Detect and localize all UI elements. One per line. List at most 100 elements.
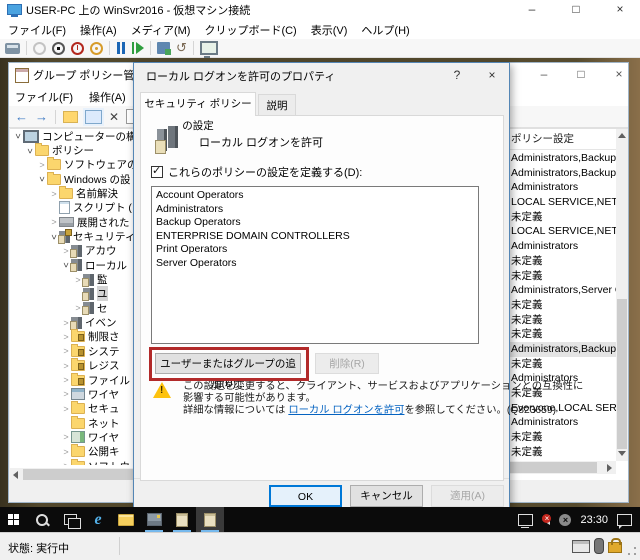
chevron-right-icon[interactable]: > xyxy=(61,375,71,385)
dialog-close-icon[interactable]: × xyxy=(477,66,507,86)
action-center-icon[interactable] xyxy=(617,514,632,526)
tree-item[interactable]: >ポリシー xyxy=(10,143,140,157)
tree-item[interactable]: >セキュリティ xyxy=(10,229,140,243)
policy-setting-row[interactable]: 未定義 xyxy=(507,357,617,372)
status-x-icon[interactable]: × xyxy=(559,514,571,526)
list-vertical-scrollbar[interactable] xyxy=(616,129,628,461)
menu-item[interactable]: ファイル(F) xyxy=(8,22,66,38)
revert-icon[interactable]: ↺ xyxy=(176,42,187,54)
vm-maximize-button[interactable]: □ xyxy=(560,0,592,20)
policy-setting-row[interactable]: LOCAL SERVICE,NETWO xyxy=(507,195,617,210)
scrollbar-thumb[interactable] xyxy=(509,462,597,473)
chevron-right-icon[interactable]: > xyxy=(61,389,71,399)
taskbar-search-button[interactable] xyxy=(28,507,56,532)
policy-setting-row[interactable]: Administrators xyxy=(507,180,617,195)
tree-item[interactable]: >アカウ xyxy=(10,244,140,258)
menu-item[interactable]: 操作(A) xyxy=(89,89,126,105)
scroll-left-icon[interactable] xyxy=(13,471,18,479)
tree-item[interactable]: >監 xyxy=(10,272,140,286)
tree-item[interactable]: >システ xyxy=(10,344,140,358)
policy-setting-row[interactable]: 未定義 xyxy=(507,327,617,342)
policy-setting-row[interactable]: Administrators xyxy=(507,239,617,254)
up-folder-icon[interactable] xyxy=(63,111,78,123)
tree-horizontal-scrollbar[interactable] xyxy=(10,468,141,481)
chevron-right-icon[interactable]: > xyxy=(37,160,47,170)
scroll-right-icon[interactable] xyxy=(607,464,612,472)
tree-item[interactable]: >ソフトウ xyxy=(10,459,140,465)
forward-icon[interactable]: → xyxy=(35,110,48,124)
chevron-right-icon[interactable]: > xyxy=(49,189,59,199)
list-horizontal-scrollbar[interactable] xyxy=(507,461,616,474)
tree-item[interactable]: >展開された xyxy=(10,215,140,229)
tree-item[interactable]: >ソフトウェアの設 xyxy=(10,158,140,172)
member-list-item[interactable]: ENTERPRISE DOMAIN CONTROLLERS xyxy=(152,230,478,244)
define-policy-checkbox[interactable] xyxy=(151,166,163,178)
tree-item[interactable]: >公開キ xyxy=(10,445,140,459)
checkpoint-icon[interactable] xyxy=(157,42,170,54)
chevron-right-icon[interactable]: > xyxy=(61,361,71,371)
resize-grip[interactable] xyxy=(628,547,636,555)
policy-setting-column-header[interactable]: ポリシー設定 xyxy=(507,129,621,150)
policy-setting-row[interactable]: Administrators,Backup xyxy=(507,342,617,357)
save-state-icon[interactable] xyxy=(90,42,103,55)
tree-item[interactable]: >セキュ xyxy=(10,402,140,416)
tab-security-policy-setting[interactable]: セキュリティ ポリシーの設定 xyxy=(140,92,256,116)
cancel-button[interactable]: キャンセル xyxy=(350,485,423,507)
policy-setting-row[interactable]: 未定義 xyxy=(507,269,617,284)
policy-setting-row[interactable]: 未定義 xyxy=(507,210,617,225)
policy-setting-row[interactable]: 未定義 xyxy=(507,254,617,269)
policy-setting-row[interactable]: LOCAL SERVICE,NETWO xyxy=(507,224,617,239)
policy-setting-row[interactable]: Administrators,Backup xyxy=(507,151,617,166)
chevron-right-icon[interactable]: > xyxy=(61,346,71,356)
task-view-button[interactable] xyxy=(56,507,84,532)
menu-item[interactable]: メディア(M) xyxy=(131,22,191,38)
gpo-minimize-button[interactable]: – xyxy=(530,65,558,85)
policy-setting-row[interactable]: 未定義 xyxy=(507,430,617,445)
back-icon[interactable]: ← xyxy=(15,110,28,124)
taskbar-clock[interactable]: 23:30 xyxy=(580,514,608,526)
shut-down-icon[interactable] xyxy=(71,42,84,55)
member-list-item[interactable]: Print Operators xyxy=(152,243,478,257)
help-icon[interactable]: ? xyxy=(442,66,472,86)
tree-item[interactable]: >イベン xyxy=(10,315,140,329)
chevron-right-icon[interactable]: > xyxy=(61,404,71,414)
chevron-right-icon[interactable]: > xyxy=(61,461,71,465)
member-list-item[interactable]: Account Operators xyxy=(152,189,478,203)
chevron-right-icon[interactable]: > xyxy=(61,447,71,457)
tree-item[interactable]: スクリプト ( xyxy=(10,201,140,215)
tree-item[interactable]: >制限さ xyxy=(10,330,140,344)
chevron-right-icon[interactable]: > xyxy=(61,432,71,442)
chevron-right-icon[interactable]: > xyxy=(61,332,71,342)
menu-item[interactable]: ファイル(F) xyxy=(15,89,73,105)
power-on-icon[interactable] xyxy=(33,42,46,55)
enhanced-session-icon[interactable] xyxy=(200,41,218,55)
volume-muted-icon[interactable] xyxy=(542,515,550,525)
gpo-editor-taskbar-button[interactable] xyxy=(196,507,224,532)
tree-item[interactable]: >名前解決 xyxy=(10,186,140,200)
chevron-down-icon[interactable]: > xyxy=(25,146,35,156)
menu-item[interactable]: クリップボード(C) xyxy=(204,22,296,38)
scroll-down-icon[interactable] xyxy=(618,451,626,456)
tree-item[interactable]: >セ xyxy=(10,301,140,315)
ctrl-alt-del-icon[interactable] xyxy=(5,43,20,54)
member-list-item[interactable]: Backup Operators xyxy=(152,216,478,230)
tree-item[interactable]: >ファイル xyxy=(10,373,140,387)
policy-setting-row[interactable]: 未定義 xyxy=(507,313,617,328)
gpo-maximize-button[interactable]: □ xyxy=(567,65,595,85)
policy-help-link[interactable]: ローカル ログオンを許可 xyxy=(288,405,404,416)
pause-icon[interactable] xyxy=(116,42,126,54)
member-list-item[interactable]: Administrators xyxy=(152,203,478,217)
tree-item[interactable]: >コンピューターの構成 xyxy=(10,129,140,143)
menu-item[interactable]: 操作(A) xyxy=(80,22,117,38)
network-icon[interactable] xyxy=(518,514,533,526)
policy-setting-row[interactable]: 未定義 xyxy=(507,298,617,313)
vm-minimize-button[interactable]: – xyxy=(516,0,548,20)
tree-item[interactable]: >Windows の設 xyxy=(10,172,140,186)
console-tree-toggle-icon[interactable] xyxy=(85,110,102,124)
scroll-up-icon[interactable] xyxy=(618,133,626,138)
policy-setting-row[interactable]: Administrators,Backup xyxy=(507,166,617,181)
tree-item[interactable]: >ワイヤ xyxy=(10,387,140,401)
tree-item[interactable]: ネット xyxy=(10,416,140,430)
policy-setting-row[interactable]: Administrators xyxy=(507,415,617,430)
start-button[interactable] xyxy=(0,507,28,532)
